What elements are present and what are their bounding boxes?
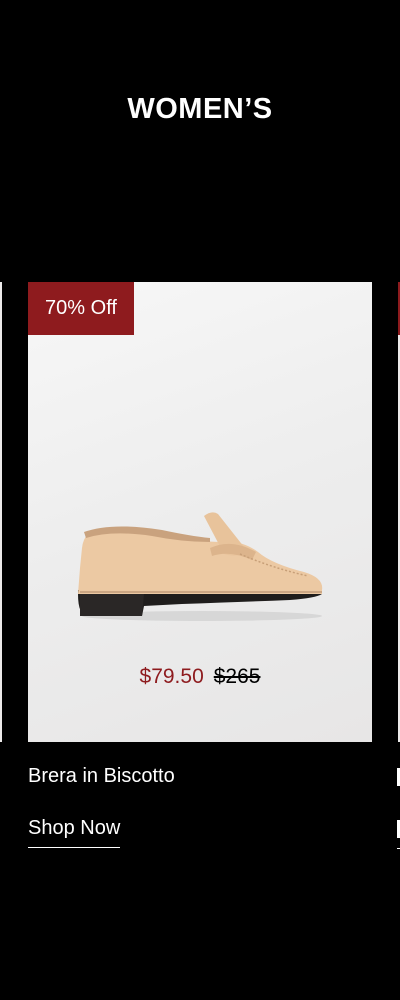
- previous-product-card[interactable]: [0, 282, 2, 742]
- shop-now-link[interactable]: Shop Now: [28, 817, 121, 848]
- shoe-heel: [80, 592, 144, 616]
- discount-badge: 70% Off: [28, 282, 134, 335]
- page: WOMEN’S 70% Off $79.50 $265 Brera in Bis…: [0, 0, 400, 1000]
- product-name[interactable]: Brera in Biscotto: [28, 765, 175, 788]
- section-title: WOMEN’S: [127, 93, 273, 125]
- original-price: $265: [213, 665, 261, 688]
- product-card[interactable]: 70% Off $79.50 $265: [28, 282, 372, 742]
- price-row: $79.50 $265: [28, 665, 372, 689]
- product-image[interactable]: [72, 508, 328, 628]
- sale-price: $79.50: [139, 665, 204, 688]
